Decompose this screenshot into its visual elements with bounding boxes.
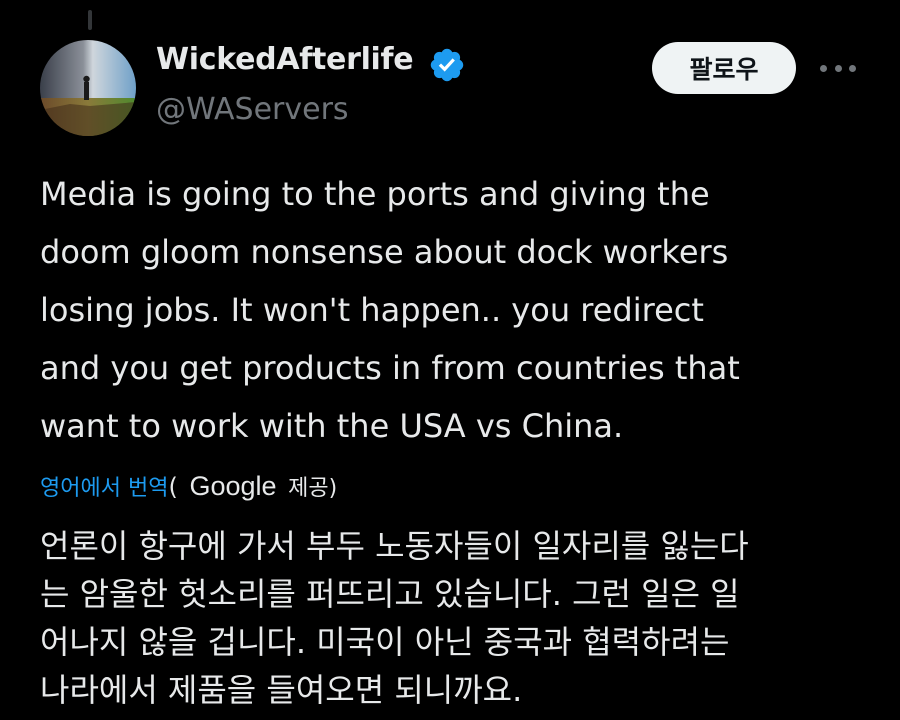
follow-button[interactable]: 팔로우: [652, 42, 796, 94]
more-horizontal-icon[interactable]: [820, 58, 856, 78]
google-provider-label: Google: [189, 471, 277, 501]
avatar[interactable]: [40, 40, 136, 136]
tweet-line: Media is going to the ports and giving t…: [40, 175, 710, 213]
more-dot: [834, 64, 842, 72]
tweet-line: doom gloom nonsense about dock workers: [40, 233, 729, 271]
translated-line: 는 암울한 헛소리를 퍼뜨리고 있습니다. 그런 일은 일: [40, 575, 740, 613]
tweet-line: and you get products in from countries t…: [40, 349, 740, 387]
tweet-text: Media is going to the ports and giving t…: [40, 165, 875, 455]
translation-attribution: 영어에서 번역( Google 제공): [40, 466, 337, 509]
author-handle[interactable]: @WAServers: [156, 92, 349, 127]
more-dot: [820, 64, 827, 72]
translation-provided-label: 제공): [288, 476, 338, 501]
translated-line: 어나지 않을 겁니다. 미국이 아닌 중국과 협력하려는: [40, 623, 730, 661]
tweet-line: want to work with the USA vs China.: [40, 407, 624, 445]
translated-line: 나라에서 제품을 들여오면 되니까요.: [40, 671, 523, 709]
more-dot: [849, 64, 856, 72]
translation-paren-open: (: [168, 473, 178, 501]
translated-line: 언론이 항구에 가서 부두 노동자들이 일자리를 잃는다: [40, 527, 749, 565]
translated-tweet-text: 언론이 항구에 가서 부두 노동자들이 일자리를 잃는다 는 암울한 헛소리를 …: [40, 522, 875, 714]
thread-connector-line: [88, 10, 92, 30]
verified-badge-icon: [428, 46, 466, 84]
author-display-name[interactable]: WickedAfterlife: [156, 42, 414, 77]
avatar-photo-icon: [40, 40, 136, 136]
translated-from-link[interactable]: 영어에서 번역: [40, 476, 168, 501]
tweet-line: losing jobs. It won't happen.. you redir…: [40, 291, 704, 329]
